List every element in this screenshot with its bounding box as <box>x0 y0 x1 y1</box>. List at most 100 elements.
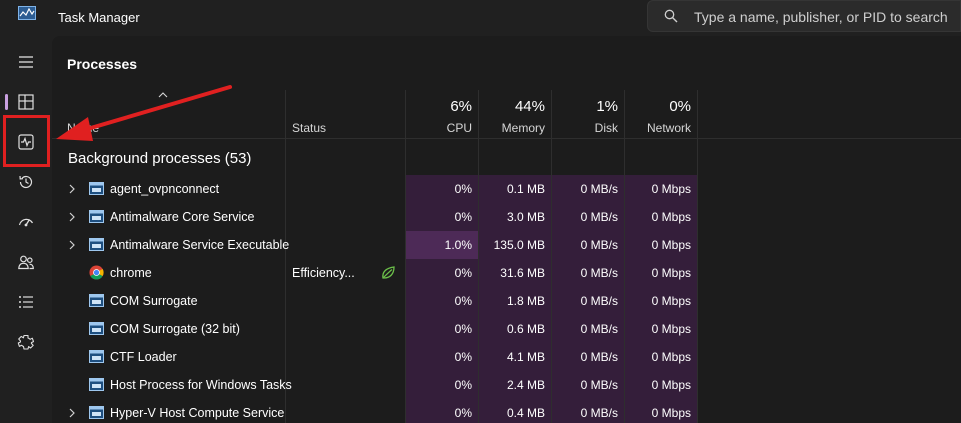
app-history-icon <box>19 175 33 189</box>
process-network-value: 0 Mbps <box>651 266 691 280</box>
window-icon <box>89 322 104 335</box>
table-row[interactable]: chrome Efficiency... 0% 31.6 MB 0 MB/s 0 Mbps <box>52 259 961 287</box>
chevron-right-icon[interactable] <box>68 240 76 250</box>
process-network-value: 0 Mbps <box>651 210 691 224</box>
sort-ascending-icon <box>158 92 168 98</box>
task-manager-app-icon <box>18 6 36 20</box>
chevron-right-icon[interactable] <box>68 408 76 418</box>
process-disk-value: 0 MB/s <box>580 322 618 336</box>
table-row[interactable]: Host Process for Windows Tasks 0% 2.4 MB 0 … <box>52 371 961 399</box>
process-memory-value: 2.4 MB <box>506 378 545 392</box>
process-cpu-value: 0% <box>454 294 472 308</box>
nav-details-button[interactable] <box>10 286 42 318</box>
column-header-status[interactable]: Status <box>292 121 326 135</box>
process-memory-value: 3.0 MB <box>506 210 545 224</box>
process-name: CTF Loader <box>110 350 177 364</box>
chevron-right-icon[interactable] <box>68 212 76 222</box>
window-icon <box>89 182 104 195</box>
nav-app-history-button[interactable] <box>10 166 42 198</box>
search-input[interactable] <box>694 8 954 26</box>
process-network-value: 0 Mbps <box>651 378 691 392</box>
nav-processes-button[interactable] <box>10 86 42 118</box>
table-row[interactable]: COM Surrogate (32 bit) 0% 0.6 MB 0 MB/s 0 Mb… <box>52 315 961 343</box>
startup-apps-icon <box>18 218 34 227</box>
processes-icon <box>18 94 34 110</box>
column-header-cpu[interactable]: CPU <box>406 121 472 135</box>
process-name: agent_ovpnconnect <box>110 182 220 196</box>
hamburger-menu-button[interactable] <box>10 46 42 78</box>
window-icon <box>89 210 104 223</box>
process-network-value: 0 Mbps <box>651 294 691 308</box>
table-row[interactable]: agent_ovpnconnect 0% 0.1 MB 0 MB/s 0 Mbps <box>52 175 961 203</box>
process-cpu-value: 0% <box>454 378 472 392</box>
nav-services-button[interactable] <box>10 326 42 358</box>
title-bar: Task Manager <box>0 0 961 36</box>
process-name: Antimalware Core Service <box>110 210 255 224</box>
process-network-value: 0 Mbps <box>651 182 691 196</box>
process-cpu-value: 0% <box>454 182 472 196</box>
process-name: Host Process for Windows Tasks <box>110 378 292 392</box>
process-cpu-value: 0% <box>454 406 472 420</box>
network-total-percent: 0% <box>669 98 691 115</box>
process-name: COM Surrogate (32 bit) <box>110 322 240 336</box>
page-title: Processes <box>67 56 138 72</box>
process-network-value: 0 Mbps <box>651 322 691 336</box>
chrome-icon <box>89 265 104 280</box>
process-disk-value: 0 MB/s <box>580 266 618 280</box>
process-disk-value: 0 MB/s <box>580 350 618 364</box>
table-row[interactable]: COM Surrogate 0% 1.8 MB 0 MB/s 0 Mbps <box>52 287 961 315</box>
window-title: Task Manager <box>58 10 140 25</box>
details-icon <box>19 296 33 308</box>
window-icon <box>89 406 104 419</box>
table-row[interactable]: Antimalware Service Executable 1.0% 135.0 … <box>52 231 961 259</box>
table-row[interactable]: CTF Loader 0% 4.1 MB 0 MB/s 0 Mbps <box>52 343 961 371</box>
navigation-sidebar <box>0 36 52 423</box>
hamburger-icon <box>19 56 33 68</box>
search-icon <box>664 9 678 23</box>
process-disk-value: 0 MB/s <box>580 210 618 224</box>
process-status: Efficiency... <box>292 266 355 280</box>
process-network-value: 0 Mbps <box>651 406 691 420</box>
active-tab-indicator <box>5 94 8 110</box>
process-cpu-value: 0% <box>454 322 472 336</box>
process-cpu-value: 1.0% <box>444 238 472 252</box>
process-network-value: 0 Mbps <box>651 238 691 252</box>
process-disk-value: 0 MB/s <box>580 406 618 420</box>
process-cpu-value: 0% <box>454 266 472 280</box>
column-header-network[interactable]: Network <box>625 121 691 135</box>
memory-total-percent: 44% <box>514 98 545 115</box>
process-memory-value: 0.6 MB <box>506 322 545 336</box>
header-separator <box>52 138 961 139</box>
column-header-disk[interactable]: Disk <box>552 121 618 135</box>
nav-users-button[interactable] <box>10 246 42 278</box>
process-memory-value: 0.4 MB <box>506 406 545 420</box>
process-disk-value: 0 MB/s <box>580 238 618 252</box>
annotation-highlight-box <box>3 115 50 167</box>
process-memory-value: 4.1 MB <box>506 350 545 364</box>
process-name: Antimalware Service Executable <box>110 238 290 252</box>
services-icon <box>17 334 35 350</box>
process-name: Hyper-V Host Compute Service <box>110 406 285 420</box>
process-cpu-value: 0% <box>454 210 472 224</box>
process-memory-value: 1.8 MB <box>506 294 545 308</box>
window-icon <box>89 238 104 251</box>
table-row[interactable]: Antimalware Core Service 0% 3.0 MB 0 MB/s 0 … <box>52 203 961 231</box>
process-disk-value: 0 MB/s <box>580 182 618 196</box>
process-memory-value: 135.0 MB <box>493 238 545 252</box>
cpu-total-percent: 6% <box>450 98 472 115</box>
window-icon <box>89 294 104 307</box>
process-disk-value: 0 MB/s <box>580 378 618 392</box>
nav-startup-apps-button[interactable] <box>10 206 42 238</box>
table-row[interactable]: Hyper-V Host Compute Service 0% 0.4 MB 0 MB… <box>52 399 961 423</box>
disk-total-percent: 1% <box>596 98 618 115</box>
processes-panel: Processes Name Status 6% CPU 44% Memory … <box>52 36 961 423</box>
window-icon <box>89 378 104 391</box>
chevron-right-icon[interactable] <box>68 184 76 194</box>
process-cpu-value: 0% <box>454 350 472 364</box>
efficiency-mode-leaf-icon <box>382 266 395 279</box>
column-header-memory[interactable]: Memory <box>479 121 545 135</box>
process-memory-value: 31.6 MB <box>500 266 545 280</box>
process-network-value: 0 Mbps <box>651 350 691 364</box>
column-header-name[interactable]: Name <box>67 121 99 135</box>
group-title-background-processes: Background processes (53) <box>68 150 252 167</box>
